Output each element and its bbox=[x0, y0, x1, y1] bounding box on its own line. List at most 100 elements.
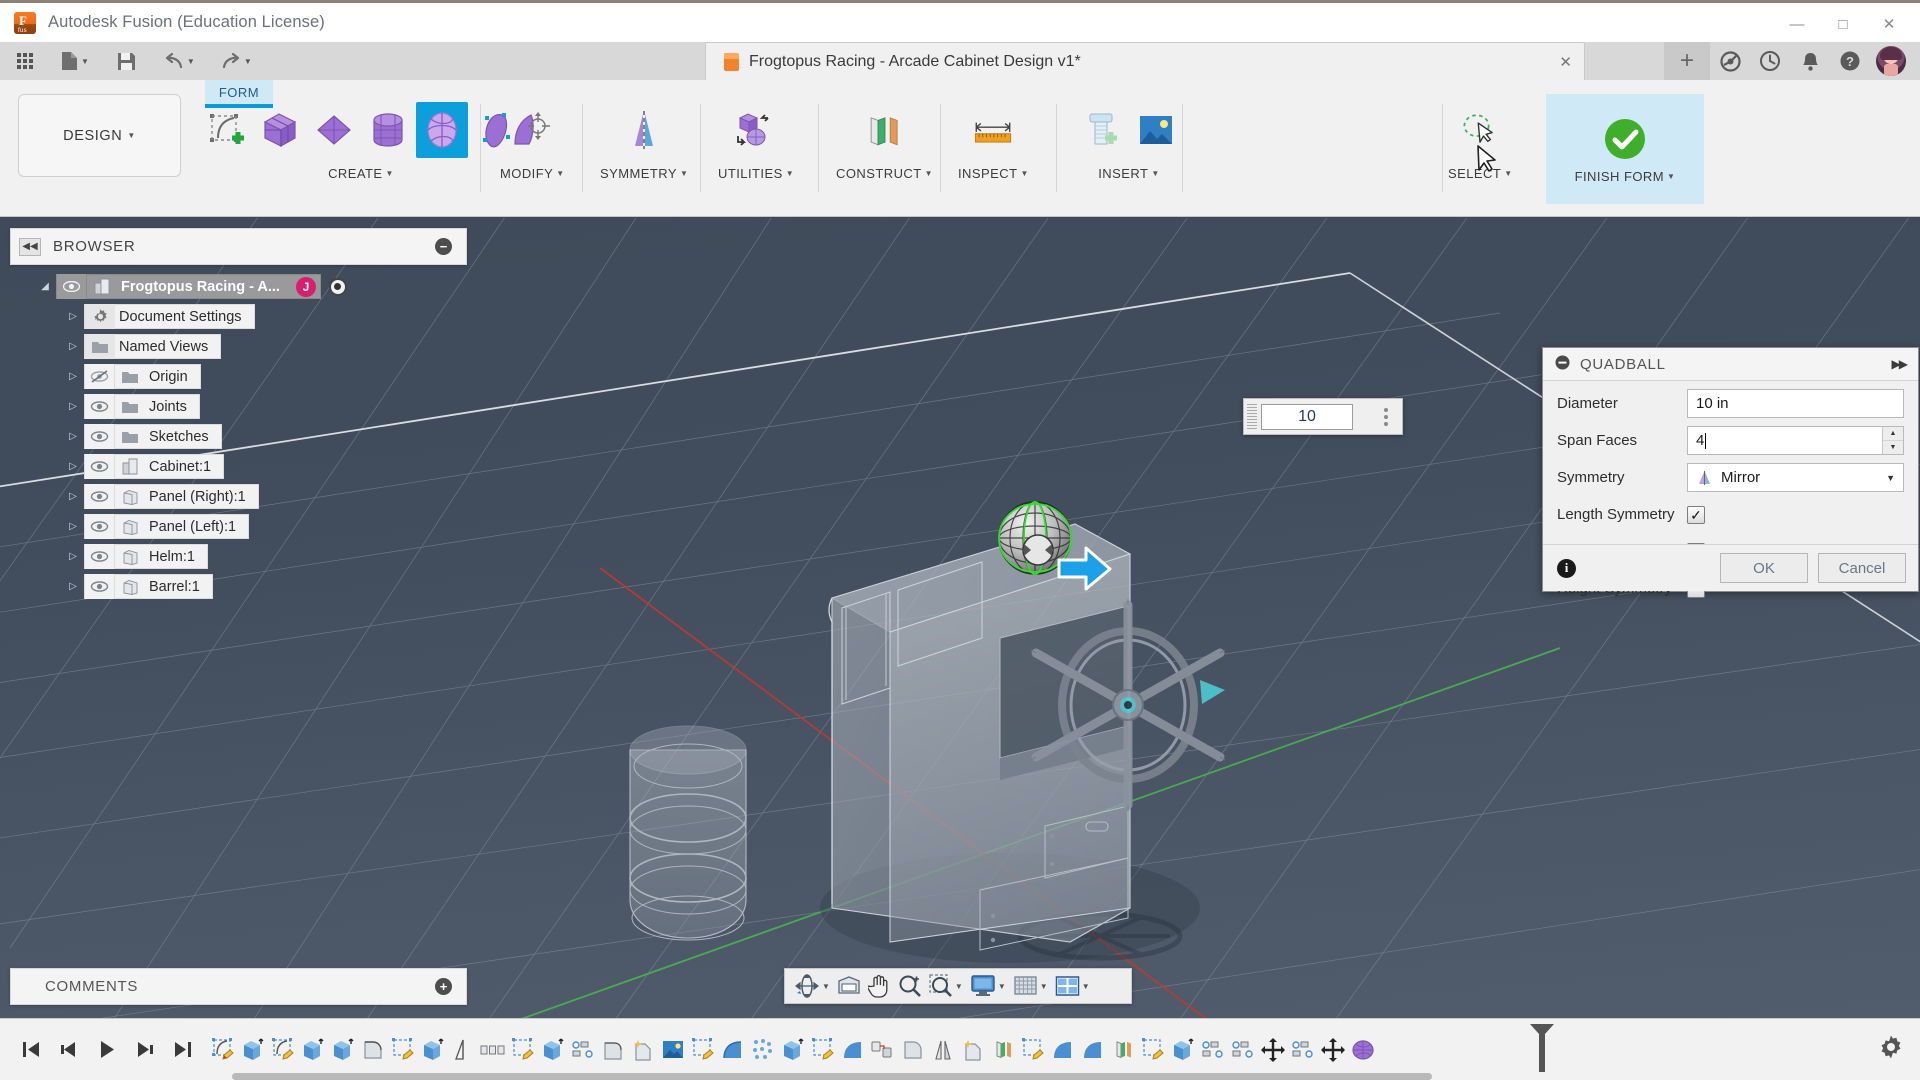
viewports-button[interactable]: ▼ bbox=[1052, 971, 1093, 1001]
insert-mcmaster-command[interactable] bbox=[1076, 102, 1128, 158]
browser-collapse-button[interactable]: ◀◀ bbox=[19, 237, 41, 256]
insert-image-command[interactable] bbox=[1130, 102, 1182, 158]
app-grid-button[interactable] bbox=[10, 46, 40, 76]
job-status-clock-icon[interactable] bbox=[1750, 42, 1790, 80]
timeline-op[interactable] bbox=[1228, 1030, 1258, 1070]
new-file-button[interactable]: ▼ bbox=[54, 46, 96, 76]
info-icon[interactable]: i bbox=[1557, 558, 1576, 578]
timeline-op[interactable] bbox=[748, 1030, 778, 1070]
ribbon-panel-label-create[interactable]: CREATE ▼ bbox=[328, 166, 394, 181]
expand-arrow-icon[interactable]: ▷ bbox=[62, 491, 84, 502]
orbit-button[interactable]: ▼ bbox=[791, 971, 833, 1001]
construct-command[interactable] bbox=[859, 102, 911, 158]
timeline-op[interactable] bbox=[1018, 1030, 1048, 1070]
document-tab-close-icon[interactable]: ✕ bbox=[1559, 53, 1572, 71]
diameter-field[interactable]: 10 in bbox=[1687, 389, 1904, 418]
new-tab-button[interactable]: + bbox=[1664, 42, 1710, 80]
expand-arrow-icon[interactable]: ▷ bbox=[62, 401, 84, 412]
timeline-op[interactable] bbox=[1108, 1030, 1138, 1070]
chevron-down-icon[interactable]: ▼ bbox=[822, 982, 830, 991]
grid-snaps-button[interactable]: ▼ bbox=[1010, 971, 1051, 1001]
inline-value-menu-icon[interactable] bbox=[1384, 407, 1388, 426]
expand-arrow-icon[interactable]: ▷ bbox=[62, 461, 84, 472]
step-forward-button[interactable] bbox=[126, 1028, 164, 1072]
go-to-end-button[interactable] bbox=[164, 1028, 202, 1072]
add-comment-button[interactable]: + bbox=[435, 978, 452, 995]
timeline-op[interactable] bbox=[418, 1030, 448, 1070]
timeline-op[interactable] bbox=[298, 1030, 328, 1070]
timeline-op[interactable] bbox=[1048, 1030, 1078, 1070]
sidebar-item-helm[interactable]: ▷ Helm:1 bbox=[62, 542, 460, 571]
go-to-beginning-button[interactable] bbox=[12, 1028, 50, 1072]
timeline-op[interactable] bbox=[388, 1030, 418, 1070]
timeline-op[interactable] bbox=[868, 1030, 898, 1070]
timeline-op[interactable] bbox=[1258, 1030, 1288, 1070]
ribbon-panel-label-construct[interactable]: CONSTRUCT ▼ bbox=[836, 166, 933, 181]
visibility-eye-icon[interactable] bbox=[85, 544, 115, 569]
finish-form-button[interactable]: FINISH FORM ▼ bbox=[1546, 94, 1704, 204]
quadball-collapse-icon[interactable] bbox=[1555, 355, 1570, 374]
timeline-op[interactable] bbox=[958, 1030, 988, 1070]
zoom-button[interactable] bbox=[895, 971, 925, 1001]
timeline-op[interactable] bbox=[568, 1030, 598, 1070]
span-faces-stepper[interactable]: ▲ ▼ bbox=[1882, 427, 1903, 454]
sidebar-item-named-views[interactable]: ▷ Named Views bbox=[62, 332, 460, 361]
visibility-eye-icon[interactable] bbox=[85, 574, 115, 599]
document-tab[interactable]: Frogtopus Racing - Arcade Cabinet Design… bbox=[705, 42, 1585, 80]
extensions-icon[interactable] bbox=[1710, 42, 1750, 80]
save-button[interactable] bbox=[110, 46, 143, 76]
sidebar-item-joints[interactable]: ▷ Joints bbox=[62, 392, 460, 421]
expand-arrow-icon[interactable]: ▷ bbox=[62, 341, 84, 352]
inline-value-box[interactable]: 10 bbox=[1243, 398, 1403, 435]
play-button[interactable] bbox=[88, 1028, 126, 1072]
expand-arrow-icon[interactable]: ▷ bbox=[62, 371, 84, 382]
timeline-op[interactable] bbox=[1078, 1030, 1108, 1070]
sidebar-item-root[interactable]: ◢ Frogtopus Racing - A... J bbox=[34, 272, 460, 301]
sidebar-item-sketches[interactable]: ▷ Sketches bbox=[62, 422, 460, 451]
visibility-eye-hidden-icon[interactable] bbox=[85, 364, 115, 389]
display-settings-button[interactable]: ▼ bbox=[967, 971, 1009, 1001]
help-question-icon[interactable]: ? bbox=[1830, 42, 1870, 80]
timeline-op[interactable] bbox=[1168, 1030, 1198, 1070]
symmetry-select[interactable]: Mirror ▼ bbox=[1687, 463, 1904, 492]
chevron-down-icon[interactable]: ▼ bbox=[1886, 473, 1895, 483]
visibility-eye-icon[interactable] bbox=[85, 484, 115, 509]
user-avatar[interactable] bbox=[1876, 46, 1906, 76]
utilities-command[interactable] bbox=[730, 102, 782, 158]
ok-button[interactable]: OK bbox=[1720, 553, 1808, 583]
timeline-marker[interactable] bbox=[1527, 1022, 1557, 1074]
modify-command[interactable] bbox=[506, 102, 558, 158]
timeline-op[interactable] bbox=[208, 1030, 238, 1070]
timeline-op[interactable] bbox=[478, 1030, 508, 1070]
ribbon-panel-label-utilities[interactable]: UTILITIES ▼ bbox=[718, 166, 794, 181]
expand-arrow-icon[interactable]: ▷ bbox=[62, 551, 84, 562]
timeline-op[interactable] bbox=[658, 1030, 688, 1070]
timeline-op[interactable] bbox=[628, 1030, 658, 1070]
visibility-eye-icon[interactable] bbox=[85, 424, 115, 449]
sidebar-item-panel-right[interactable]: ▷ Panel (Right):1 bbox=[62, 482, 460, 511]
stepper-down-icon[interactable]: ▼ bbox=[1883, 441, 1903, 454]
timeline-op[interactable] bbox=[688, 1030, 718, 1070]
visibility-eye-icon[interactable] bbox=[57, 274, 87, 299]
length-symmetry-checkbox[interactable]: ✓ bbox=[1687, 505, 1705, 524]
expand-arrow-icon[interactable]: ▷ bbox=[62, 521, 84, 532]
timeline-op[interactable] bbox=[538, 1030, 568, 1070]
stepper-up-icon[interactable]: ▲ bbox=[1883, 427, 1903, 441]
notifications-bell-icon[interactable] bbox=[1790, 42, 1830, 80]
cancel-button[interactable]: Cancel bbox=[1818, 553, 1906, 583]
timeline-op[interactable] bbox=[1288, 1030, 1318, 1070]
timeline-op[interactable] bbox=[928, 1030, 958, 1070]
timeline-op[interactable] bbox=[358, 1030, 388, 1070]
timeline-op[interactable] bbox=[1348, 1030, 1378, 1070]
span-faces-field[interactable]: 4 ▲ ▼ bbox=[1687, 426, 1904, 455]
sidebar-item-document-settings[interactable]: ▷ Document Settings bbox=[62, 302, 460, 331]
ribbon-panel-label-modify[interactable]: MODIFY ▼ bbox=[500, 166, 565, 181]
inspect-command[interactable] bbox=[967, 102, 1019, 158]
timeline-horizontal-scrollbar[interactable] bbox=[232, 1073, 1432, 1080]
timeline-op[interactable] bbox=[778, 1030, 808, 1070]
zoom-window-button[interactable]: ▼ bbox=[926, 971, 966, 1001]
visibility-eye-icon[interactable] bbox=[85, 394, 115, 419]
timeline-op[interactable] bbox=[238, 1030, 268, 1070]
look-at-button[interactable] bbox=[834, 971, 864, 1001]
timeline-op[interactable] bbox=[328, 1030, 358, 1070]
